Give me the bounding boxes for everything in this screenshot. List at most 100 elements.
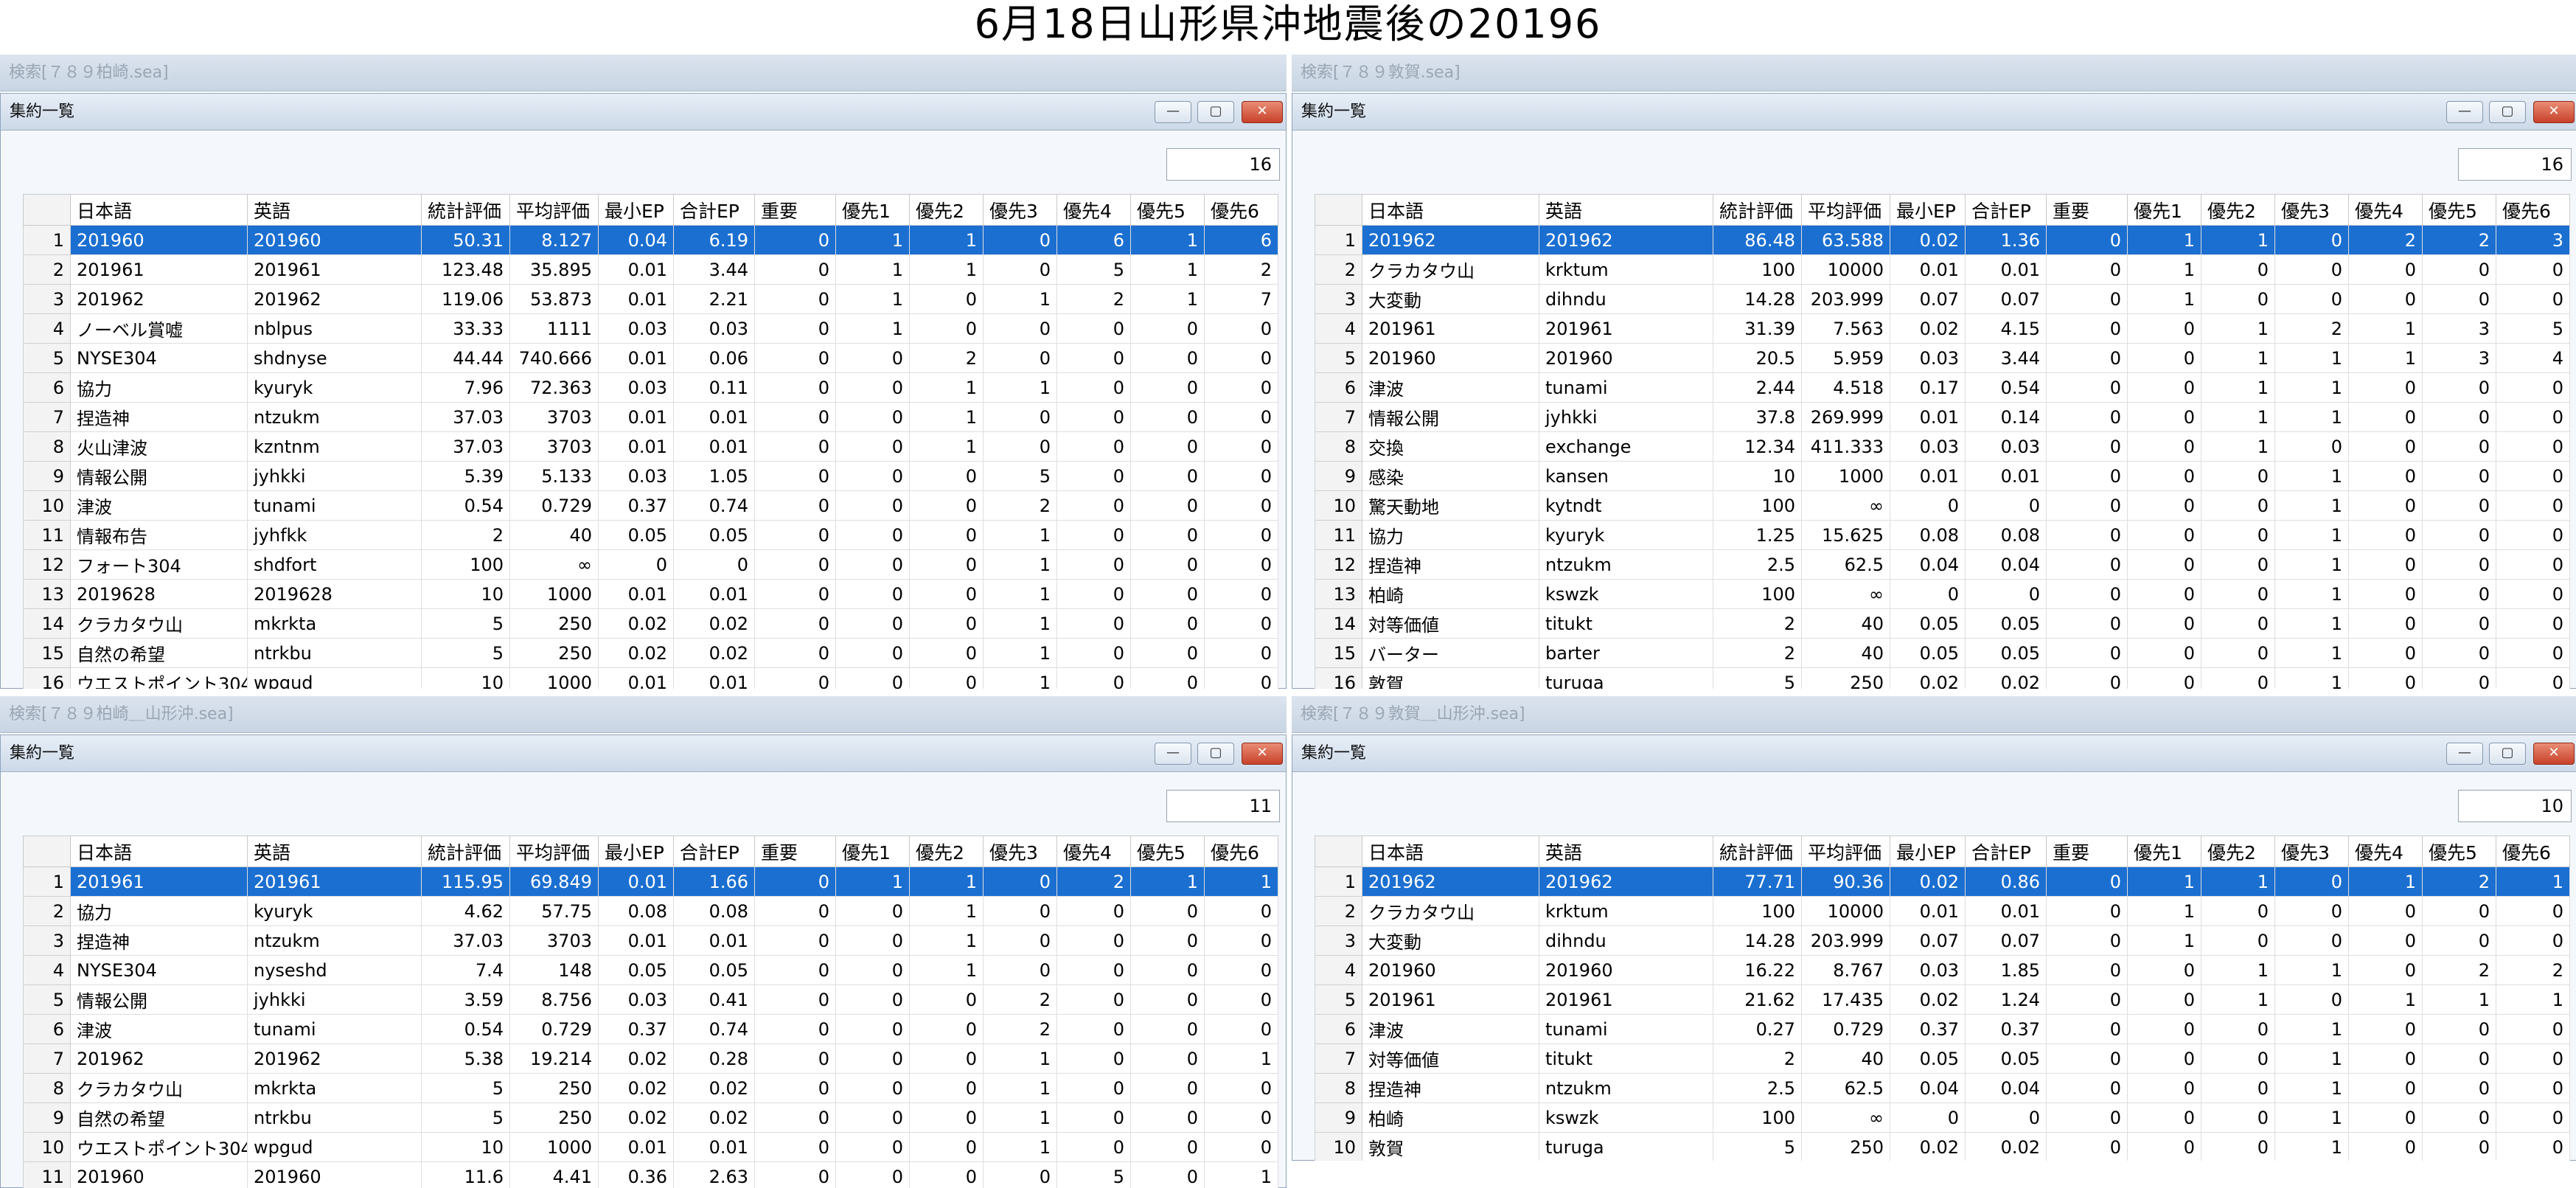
table-cell[interactable]: 1 <box>909 866 984 897</box>
table-cell[interactable]: 0.07 <box>1890 925 1966 956</box>
table-cell[interactable]: ∞ <box>1801 1102 1890 1133</box>
table-cell[interactable]: 0 <box>2496 667 2570 689</box>
table-cell[interactable]: 1 <box>2274 402 2349 432</box>
table-cell[interactable]: 1 <box>2127 896 2201 926</box>
table-cell[interactable]: 1 <box>2348 343 2423 373</box>
table-cell[interactable]: 0 <box>2348 549 2423 580</box>
table-cell[interactable]: 1.24 <box>1965 984 2047 1015</box>
table-cell[interactable]: 1000 <box>509 579 599 609</box>
table-cell[interactable]: 0 <box>2046 520 2128 550</box>
table-cell[interactable]: 0 <box>754 343 836 373</box>
record-count-field[interactable]: 16 <box>2458 148 2572 181</box>
table-cell[interactable]: 5 <box>2496 313 2570 344</box>
table-cell[interactable]: 自然の希望 <box>70 638 248 668</box>
table-cell[interactable]: 2.63 <box>673 1161 755 1188</box>
table-row[interactable]: 8 捏造神 ntzukm 2.5 62.5 0.04 0.04 0 0 0 1 0 0 0 <box>1315 1073 2570 1103</box>
table-cell[interactable]: 1 <box>983 638 1057 668</box>
column-header[interactable]: 優先4 <box>2348 836 2423 867</box>
row-index[interactable]: 7 <box>23 402 71 432</box>
table-cell[interactable]: 2 <box>2348 225 2423 255</box>
table-cell[interactable]: 0 <box>2348 955 2423 985</box>
table-cell[interactable]: 0.74 <box>673 1014 755 1044</box>
column-header[interactable]: 日本語 <box>70 836 248 867</box>
table-cell[interactable]: 0.08 <box>1890 520 1966 550</box>
table-cell[interactable]: 0 <box>1056 1073 1131 1103</box>
table-cell[interactable]: 0 <box>1130 1132 1205 1162</box>
table-cell[interactable]: 0.03 <box>1890 431 1966 462</box>
column-header[interactable]: 日本語 <box>70 194 248 226</box>
table-cell[interactable]: 0 <box>754 284 836 314</box>
table-cell[interactable]: 201962 <box>1539 225 1713 255</box>
column-header[interactable]: 優先1 <box>835 836 910 867</box>
table-cell[interactable]: 0 <box>1130 1043 1205 1074</box>
table-cell[interactable]: kyuryk <box>247 896 422 926</box>
table-cell[interactable]: 5.959 <box>1801 343 1890 373</box>
table-row[interactable]: 7 201962 201962 5.38 19.214 0.02 0.28 0 0 0 1 0 0 1 <box>23 1043 1278 1074</box>
table-cell[interactable]: 0 <box>2348 1014 2423 1044</box>
table-cell[interactable]: ∞ <box>509 549 599 580</box>
column-header[interactable]: 日本語 <box>1362 836 1539 867</box>
table-cell[interactable]: kytndt <box>1539 490 1713 521</box>
table-cell[interactable]: 201961 <box>1539 984 1713 1015</box>
table-cell[interactable]: 0 <box>2046 896 2128 926</box>
table-cell[interactable]: 0 <box>2201 1043 2275 1074</box>
column-header[interactable]: 日本語 <box>1362 194 1539 226</box>
table-cell[interactable]: 0 <box>1056 955 1131 985</box>
table-cell[interactable]: 0.05 <box>598 955 674 985</box>
table-cell[interactable]: 0.02 <box>673 1073 755 1103</box>
table-row[interactable]: 5 201961 201961 21.62 17.435 0.02 1.24 0 0 1 0 1 1 1 <box>1315 984 2570 1015</box>
table-cell[interactable]: 740.666 <box>509 343 599 373</box>
table-cell[interactable]: 0 <box>2274 225 2349 255</box>
table-cell[interactable]: 0.02 <box>673 638 755 668</box>
table-row[interactable]: 2 クラカタウ山 krktum 100 10000 0.01 0.01 0 1 0 0 0 0 0 <box>1315 896 2570 926</box>
table-cell[interactable]: 0 <box>1056 638 1131 668</box>
table-cell[interactable]: 0.37 <box>598 1014 674 1044</box>
row-index[interactable]: 2 <box>23 896 71 926</box>
table-cell[interactable]: 0.04 <box>1890 549 1966 580</box>
table-cell[interactable]: 0 <box>754 1161 836 1188</box>
table-cell[interactable]: 1000 <box>509 667 599 689</box>
table-row[interactable]: 6 協力 kyuryk 7.96 72.363 0.03 0.11 0 0 1 1 0 0 0 <box>23 372 1278 403</box>
table-cell[interactable]: 1 <box>2201 955 2275 985</box>
table-cell[interactable]: 0 <box>1204 608 1278 639</box>
table-cell[interactable]: 4 <box>2496 343 2570 373</box>
table-cell[interactable]: 201960 <box>1362 343 1539 373</box>
table-cell[interactable]: 0.04 <box>598 225 674 255</box>
table-cell[interactable]: 0 <box>1056 372 1131 403</box>
table-cell[interactable]: 2 <box>983 490 1057 521</box>
table-cell[interactable]: 0 <box>2422 372 2496 403</box>
table-row[interactable]: 8 クラカタウ山 mkrkta 5 250 0.02 0.02 0 0 0 1 0 0 0 <box>23 1073 1278 1103</box>
table-cell[interactable]: 自然の希望 <box>70 1102 248 1133</box>
table-cell[interactable]: 0.54 <box>421 1014 510 1044</box>
table-cell[interactable]: 5 <box>1713 1132 1802 1161</box>
table-cell[interactable]: 0 <box>1056 343 1131 373</box>
table-cell[interactable]: 0 <box>754 1073 836 1103</box>
table-cell[interactable]: 2 <box>1056 866 1131 897</box>
table-cell[interactable]: 2 <box>909 343 984 373</box>
table-row[interactable]: 10 津波 tunami 0.54 0.729 0.37 0.74 0 0 0 2 0 0 0 <box>23 490 1278 521</box>
table-cell[interactable]: 0 <box>983 955 1057 985</box>
table-cell[interactable]: tunami <box>247 1014 422 1044</box>
table-cell[interactable]: 0 <box>835 667 910 689</box>
table-cell[interactable]: 1 <box>2201 372 2275 403</box>
close-button[interactable]: ✕ <box>1242 743 1283 765</box>
column-header[interactable]: 重要 <box>2046 836 2128 867</box>
table-cell[interactable]: 0 <box>983 896 1057 926</box>
table-cell[interactable]: 0 <box>2496 1132 2570 1161</box>
table-cell[interactable]: nyseshd <box>247 955 422 985</box>
table-cell[interactable]: 0.01 <box>598 667 674 689</box>
table-cell[interactable]: 1 <box>983 579 1057 609</box>
table-cell[interactable]: 0 <box>754 490 836 521</box>
column-header[interactable]: 優先2 <box>2201 194 2275 226</box>
table-cell[interactable]: 1 <box>1130 225 1205 255</box>
table-cell[interactable]: tunami <box>1539 1014 1713 1044</box>
table-cell[interactable]: 0 <box>2046 638 2128 668</box>
table-cell[interactable]: 0 <box>1056 1014 1131 1044</box>
table-cell[interactable]: 0 <box>2127 313 2201 344</box>
row-index[interactable]: 9 <box>23 461 71 491</box>
table-cell[interactable]: 11.6 <box>421 1161 510 1188</box>
table-cell[interactable]: 0 <box>2422 431 2496 462</box>
table-cell[interactable]: 0.02 <box>1890 667 1966 689</box>
maximize-button[interactable]: ▢ <box>2489 743 2526 765</box>
table-cell[interactable]: 1 <box>835 225 910 255</box>
